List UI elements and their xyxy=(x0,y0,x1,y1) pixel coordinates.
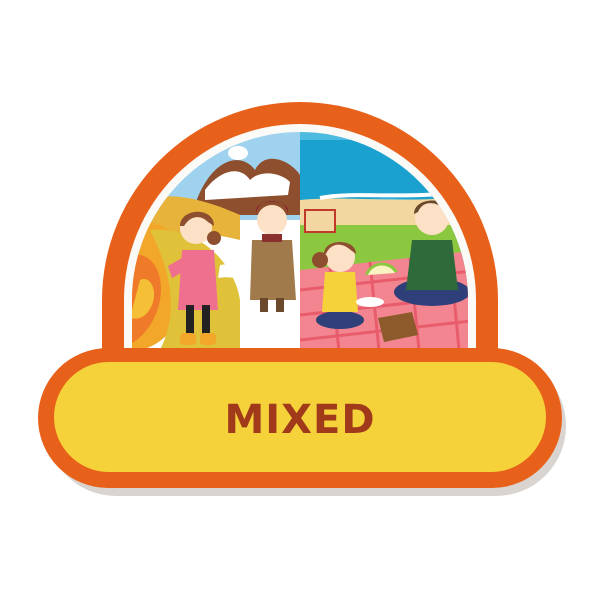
winter-autumn-scene xyxy=(132,132,300,350)
mode-label: MIXED xyxy=(224,397,376,443)
mixed-mode-badge[interactable] xyxy=(0,0,601,601)
